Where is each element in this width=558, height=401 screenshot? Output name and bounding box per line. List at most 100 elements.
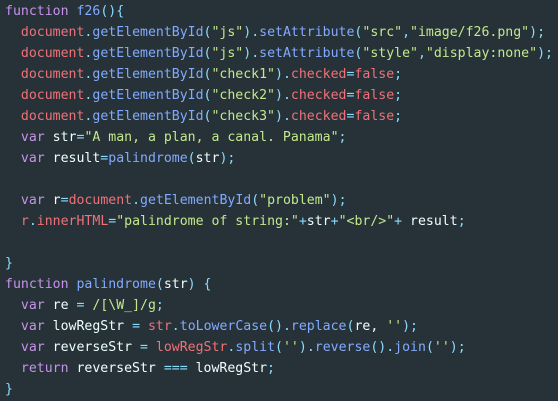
code-token: toLowerCase xyxy=(179,319,268,334)
code-token: "A man, a plan, a canal. Panama" xyxy=(84,130,339,145)
code-line[interactable]: document.getElementById("js").setAttribu… xyxy=(5,43,553,64)
code-token: (). xyxy=(267,319,291,334)
code-token: ; xyxy=(457,214,466,229)
code-line[interactable]: var reverseStr = lowRegStr.split('').rev… xyxy=(5,337,466,358)
code-token: ); xyxy=(330,193,347,208)
code-line[interactable]: function f26(){ xyxy=(5,1,124,22)
code-token: checked xyxy=(290,88,347,103)
code-token: (). xyxy=(370,340,395,355)
code-token: setAttribute xyxy=(259,25,355,40)
code-line[interactable]: var lowRegStr = str.toLowerCase().replac… xyxy=(5,316,418,337)
code-token: ) { xyxy=(187,277,212,292)
code-line[interactable]: function palindrome(str) { xyxy=(5,274,212,295)
code-token: ; xyxy=(267,361,275,376)
code-token: false xyxy=(354,109,395,124)
code-token: + xyxy=(330,214,339,229)
code-token: result xyxy=(402,214,458,229)
code-line[interactable]: document.getElementById("check3").checke… xyxy=(5,106,402,127)
code-token: . xyxy=(132,193,141,208)
code-token: '' xyxy=(282,340,299,355)
code-token: ( xyxy=(251,193,260,208)
code-token: checked xyxy=(290,67,347,82)
code-token: getElementById xyxy=(92,109,204,124)
code-line[interactable]: return reverseStr === lowRegStr; xyxy=(5,358,275,379)
code-token: lowRegStr xyxy=(155,340,228,355)
code-token: var xyxy=(20,193,45,208)
code-line[interactable]: r.innerHTML="palindrome of string:"+str+… xyxy=(5,211,466,232)
code-token: return xyxy=(20,361,69,376)
code-token: str xyxy=(147,319,172,334)
code-token: ; xyxy=(338,130,347,145)
code-token: ). xyxy=(298,340,315,355)
code-token: getElementById xyxy=(92,88,204,103)
code-line[interactable]: document.getElementById("js").setAttribu… xyxy=(5,22,545,43)
code-token: ); xyxy=(529,25,546,40)
code-token: replace xyxy=(290,319,347,334)
code-token: str xyxy=(44,130,77,145)
code-token: reverse xyxy=(314,340,371,355)
code-token: getElementById xyxy=(92,67,204,82)
code-line[interactable]: document.getElementById("check1").checke… xyxy=(5,64,402,85)
code-token: result xyxy=(44,151,101,166)
code-token: "palindrome of string:" xyxy=(116,214,299,229)
code-token: var xyxy=(20,319,45,334)
code-token: setAttribute xyxy=(259,46,355,61)
code-token: "style" xyxy=(362,46,418,61)
code-line[interactable]: } xyxy=(5,379,13,400)
code-token: ( xyxy=(275,340,283,355)
code-token: "src" xyxy=(362,25,403,40)
code-token: r xyxy=(20,214,29,229)
code-token: === xyxy=(163,361,188,376)
code-line[interactable]: var result=palindrome(str); xyxy=(5,148,235,169)
code-token: , xyxy=(402,25,411,40)
code-token: ). xyxy=(275,67,291,82)
code-token: ; xyxy=(394,67,403,82)
code-token: lowRegStr xyxy=(187,361,268,376)
code-token: document xyxy=(68,193,133,208)
code-token: document xyxy=(20,88,85,103)
code-line[interactable]: var r=document.getElementById("problem")… xyxy=(5,190,347,211)
code-token: re, xyxy=(354,319,387,334)
code-token: . xyxy=(171,319,180,334)
code-token: split xyxy=(235,340,276,355)
code-token: ). xyxy=(275,88,291,103)
code-token: } xyxy=(5,382,13,397)
code-token: "display:none" xyxy=(425,46,538,61)
code-token: innerHTML xyxy=(36,214,109,229)
code-token: ). xyxy=(243,25,260,40)
code-token: false xyxy=(354,88,395,103)
code-token: f26 xyxy=(76,4,101,19)
code-token: palindrome xyxy=(108,151,188,166)
code-line[interactable]: var re = /[\W_]/g; xyxy=(5,295,164,316)
code-token: "check3" xyxy=(211,109,276,124)
code-token: re xyxy=(44,298,77,313)
code-token: getElementById xyxy=(92,25,204,40)
code-token: ( xyxy=(187,151,196,166)
code-editor[interactable]: function f26(){ document.getElementById(… xyxy=(0,0,558,401)
code-token: '' xyxy=(433,340,450,355)
code-line[interactable]: } xyxy=(5,253,13,274)
code-line[interactable]: document.getElementById("check2").checke… xyxy=(5,85,402,106)
code-token: ; xyxy=(394,88,403,103)
code-token: ( xyxy=(425,340,434,355)
code-token: var xyxy=(20,130,45,145)
code-token: ( xyxy=(155,277,164,292)
code-token: ; xyxy=(394,109,403,124)
code-token: var xyxy=(20,298,45,313)
code-token: = xyxy=(132,319,141,334)
code-token: "<br/>" xyxy=(338,214,395,229)
code-token: "check2" xyxy=(211,88,276,103)
code-line[interactable]: var str="A man, a plan, a canal. Panama"… xyxy=(5,127,347,148)
code-token: "js" xyxy=(211,25,244,40)
code-token: ; xyxy=(155,298,164,313)
code-token: r xyxy=(44,193,61,208)
code-token: "js" xyxy=(211,46,244,61)
